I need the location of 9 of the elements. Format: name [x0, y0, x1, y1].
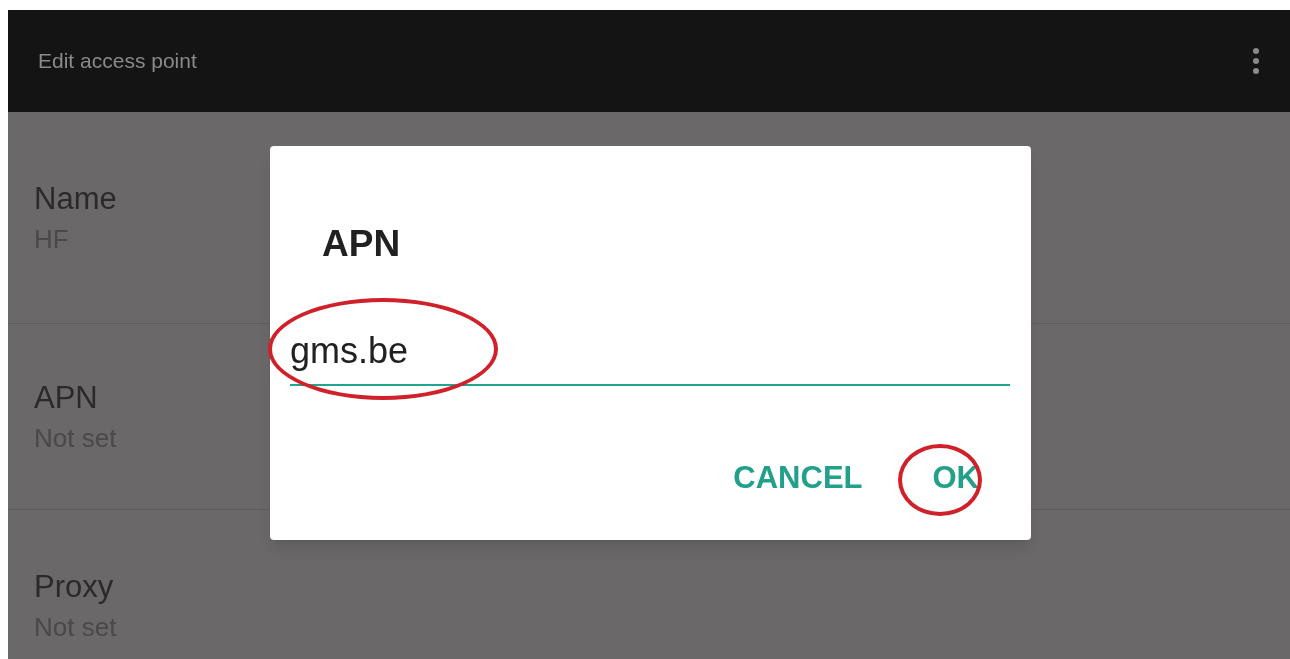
setting-label: Name — [34, 179, 117, 218]
dialog-button[interactable]: CANCEL — [733, 458, 863, 498]
dialog-title: APN — [322, 222, 401, 266]
dialog-button[interactable]: OK — [932, 458, 979, 498]
setting-label: APN — [34, 378, 98, 417]
more-options-icon[interactable] — [1252, 47, 1260, 75]
input-field[interactable]: gms.be — [290, 326, 1010, 386]
app-bar-title: Edit access point — [38, 48, 197, 75]
setting-label: Proxy — [34, 568, 114, 606]
